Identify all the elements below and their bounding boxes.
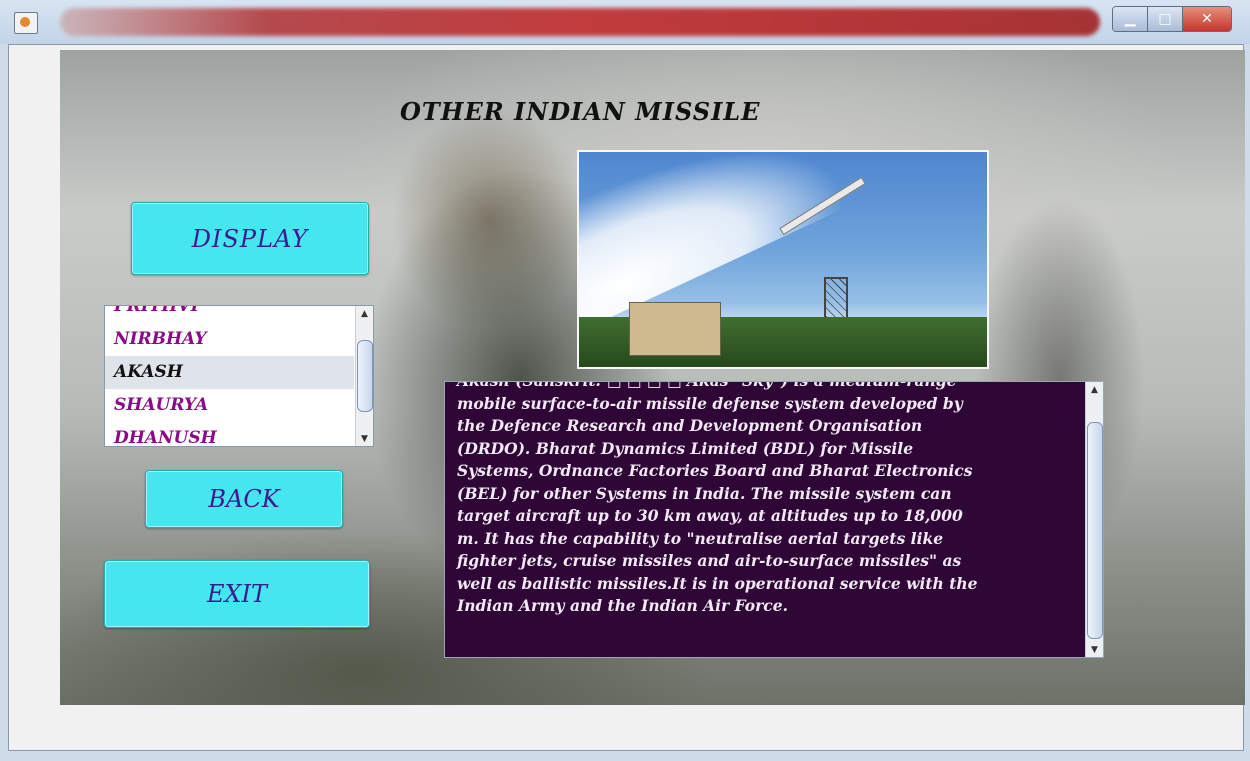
list-scrollbar[interactable]: ▲ ▼ bbox=[355, 306, 373, 446]
description-text: Akash (Sanskrit: □ □ □ □ Ākāś "Sky") is … bbox=[457, 382, 1075, 618]
window-title bbox=[60, 8, 1100, 36]
description-line: (DRDO). Bharat Dynamics Limited (BDL) fo… bbox=[457, 438, 914, 458]
description-line: the Defence Research and Development Org… bbox=[457, 416, 923, 435]
description-line: fighter jets, cruise missiles and air-to… bbox=[457, 551, 962, 570]
description-line: Indian Army and the Indian Air Force. bbox=[457, 596, 788, 615]
scroll-up-arrow-icon[interactable]: ▲ bbox=[356, 306, 373, 321]
scroll-down-arrow-icon[interactable]: ▼ bbox=[1086, 642, 1103, 657]
list-item-selected[interactable]: AKASH bbox=[105, 356, 354, 389]
list-item[interactable]: SHAURYA bbox=[105, 389, 354, 422]
window-controls: ▁ □ ✕ bbox=[1112, 6, 1232, 32]
maximize-button[interactable]: □ bbox=[1148, 7, 1183, 31]
close-button[interactable]: ✕ bbox=[1183, 7, 1231, 31]
description-line: mobile surface-to-air missile defense sy… bbox=[457, 393, 963, 413]
scroll-thumb[interactable] bbox=[1087, 422, 1103, 639]
description-scrollbar[interactable]: ▲ ▼ bbox=[1085, 382, 1103, 657]
display-button[interactable]: DISPLAY bbox=[131, 202, 369, 275]
description-line: well as ballistic missiles.It is in oper… bbox=[457, 573, 978, 593]
missile-list[interactable]: PRITHVI NIRBHAY AKASH SHAURYA DHANUSH ▲ … bbox=[104, 305, 374, 447]
description-text-area[interactable]: Akash (Sanskrit: □ □ □ □ Ākāś "Sky") is … bbox=[444, 381, 1104, 658]
description-line: Systems, Ordnance Factories Board and Bh… bbox=[457, 461, 973, 480]
title-bar: ▁ □ ✕ bbox=[0, 0, 1250, 44]
application-window: ▁ □ ✕ OTHER INDIAN MISSILE DISPLAY PRITH… bbox=[0, 0, 1250, 761]
missile-photo bbox=[577, 150, 989, 369]
description-line: Akash (Sanskrit: □ □ □ □ Ākāś "Sky") is … bbox=[457, 382, 1075, 393]
description-line: target aircraft up to 30 km away, at alt… bbox=[457, 506, 963, 525]
java-app-icon bbox=[14, 12, 38, 34]
back-button[interactable]: BACK bbox=[145, 470, 343, 528]
description-line: (BEL) for other Systems in India. The mi… bbox=[457, 483, 952, 503]
launcher-vehicle-shape bbox=[629, 302, 721, 356]
scroll-up-arrow-icon[interactable]: ▲ bbox=[1086, 382, 1103, 397]
list-item[interactable]: NIRBHAY bbox=[105, 323, 354, 356]
missile-list-items: PRITHVI NIRBHAY AKASH SHAURYA DHANUSH bbox=[105, 306, 354, 446]
list-item[interactable]: DHANUSH bbox=[105, 422, 354, 446]
scroll-down-arrow-icon[interactable]: ▼ bbox=[356, 431, 373, 446]
minimize-button[interactable]: ▁ bbox=[1113, 7, 1148, 31]
description-line: m. It has the capability to "neutralise … bbox=[457, 528, 944, 548]
scroll-thumb[interactable] bbox=[357, 340, 373, 412]
exit-button[interactable]: EXIT bbox=[104, 560, 370, 628]
list-item[interactable]: PRITHVI bbox=[105, 306, 354, 323]
page-title: OTHER INDIAN MISSILE bbox=[400, 97, 761, 126]
